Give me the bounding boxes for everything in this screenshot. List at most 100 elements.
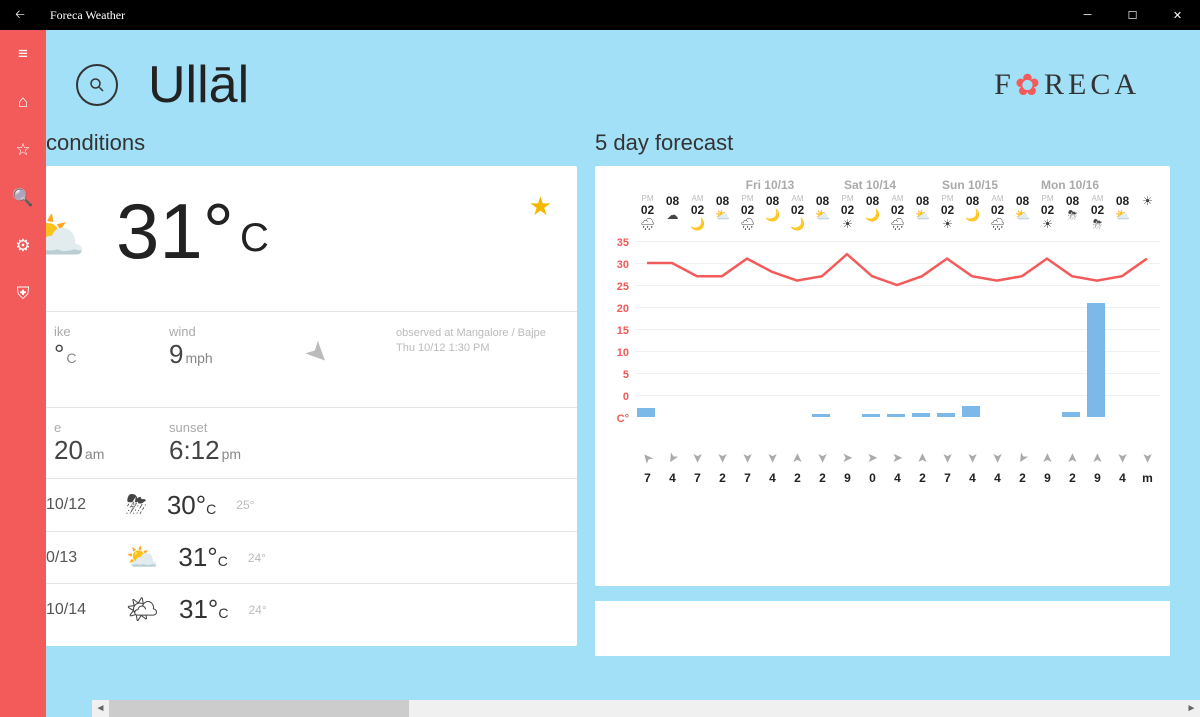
hour-column: AM02🌧 <box>885 194 910 232</box>
extra-card[interactable] <box>595 601 1170 656</box>
mini-date: 10/12 <box>46 496 106 514</box>
wind-arrow-icon: ➤ <box>892 450 903 466</box>
brand-logo: F✿RECA <box>994 68 1140 103</box>
forecast-label: 5 day forecast <box>595 130 1170 156</box>
hour-column: PM02☀ <box>935 194 960 232</box>
wind-arrow-icon: ➤ <box>915 453 931 464</box>
mini-weather-icon: ⛈ <box>126 489 147 521</box>
observation-info: observed at Mangalore / Bajpe Thu 10/12 … <box>396 326 546 357</box>
mini-date: 0/13 <box>46 549 106 567</box>
wind-speed-value: 7 <box>944 471 951 485</box>
wind-speed-value: 4 <box>669 471 676 485</box>
wind-speed-value: 2 <box>1019 471 1026 485</box>
wind-speed-value: 4 <box>1119 471 1126 485</box>
sunrise-unit: am <box>85 446 104 462</box>
feelslike-unit: C <box>66 350 76 366</box>
sunset-label: sunset <box>169 420 276 435</box>
sunrise-label: e <box>54 420 161 435</box>
wind-arrow-icon: ➤ <box>1040 453 1056 464</box>
wind-arrow-icon: ➤ <box>1090 453 1106 464</box>
hour-column: AM02🌙 <box>785 194 810 232</box>
mini-weather-icon: 🌤 <box>126 594 159 625</box>
day-label: Mon 10/16 <box>1020 178 1120 192</box>
temp-value: 31° <box>116 187 234 275</box>
close-button[interactable]: ✕ <box>1155 9 1200 22</box>
forecast-card[interactable]: Fri 10/13Sat 10/14Sun 10/15Mon 10/16 PM0… <box>595 166 1170 586</box>
sunrise-value: 20 <box>54 435 83 465</box>
hour-column: PM02🌧 <box>735 194 760 232</box>
mini-date: 10/14 <box>46 601 106 619</box>
day-label: Sun 10/15 <box>920 178 1020 192</box>
wind-speed-value: 4 <box>894 471 901 485</box>
search-icon[interactable]: 🔍 <box>0 174 46 222</box>
hour-column: 08⛅ <box>910 194 935 232</box>
mini-forecast-row[interactable]: 10/12 ⛈ 30°C 25° <box>46 478 577 531</box>
wind-arrow-icon: ➤ <box>1065 453 1081 464</box>
conditions-label: conditions <box>46 130 577 156</box>
mini-temp: 31°C <box>179 594 228 625</box>
wind-speed-value: 2 <box>919 471 926 485</box>
search-location-button[interactable] <box>76 64 118 106</box>
wind-value: 9 <box>169 339 183 369</box>
mini-secondary: 25° <box>236 498 254 512</box>
wind-arrow-icon: ➤ <box>1013 449 1032 466</box>
settings-icon[interactable]: ⚙ <box>0 222 46 270</box>
horizontal-scrollbar[interactable]: ◄ ► <box>92 700 1200 717</box>
temp-unit: C <box>240 216 269 260</box>
home-icon[interactable]: ⌂ <box>0 78 46 126</box>
current-temp: 31°C <box>86 186 269 277</box>
y-tick: C° <box>617 413 629 443</box>
header: Ullāl F✿RECA <box>46 30 1200 115</box>
favorite-star-icon[interactable]: ★ <box>529 191 552 222</box>
mini-temp: 31°C <box>178 542 227 573</box>
scroll-thumb[interactable] <box>109 700 409 717</box>
wind-arrow-icon: ➤ <box>965 453 981 464</box>
wind-arrows: ➤➤➤➤➤➤➤➤➤➤➤➤➤➤➤➤➤➤➤➤➤ <box>605 449 1160 467</box>
wind-speed-value: 9 <box>844 471 851 485</box>
back-button[interactable]: 🡠 <box>0 5 40 26</box>
hour-column: 08⛅ <box>810 194 835 232</box>
location-name: Ullāl <box>148 55 249 115</box>
wind-speed-value: 2 <box>819 471 826 485</box>
mini-secondary: 24° <box>248 551 266 565</box>
wind-speed-value: 2 <box>1069 471 1076 485</box>
wind-arrow-icon: ➤ <box>990 453 1006 464</box>
titlebar: 🡠 Foreca Weather ─ ☐ ✕ <box>0 0 1200 30</box>
mini-weather-icon: ⛅ <box>126 542 158 573</box>
mini-forecast-row[interactable]: 10/14 🌤 31°C 24° <box>46 583 577 635</box>
wind-direction-icon: ➤ <box>297 333 338 374</box>
wind-arrow-icon: ➤ <box>715 453 731 464</box>
wind-speed-value: 2 <box>719 471 726 485</box>
mini-forecast-row[interactable]: 0/13 ⛅ 31°C 24° <box>46 531 577 583</box>
wind-arrow-icon: ➤ <box>663 449 682 466</box>
wind-speed-value: m <box>1142 471 1153 485</box>
hour-column: AM02🌙 <box>685 194 710 232</box>
wind-speed-value: 7 <box>644 471 651 485</box>
minimize-button[interactable]: ─ <box>1065 9 1110 22</box>
wind-speed-value: 4 <box>994 471 1001 485</box>
scroll-right-button[interactable]: ► <box>1183 703 1200 714</box>
wind-speed-value: 7 <box>694 471 701 485</box>
hour-column: 08🌙 <box>760 194 785 232</box>
mini-temp: 30°C <box>167 490 216 521</box>
wind-arrow-icon: ➤ <box>740 453 756 464</box>
hour-column: ☀ <box>1135 194 1160 232</box>
favorites-icon[interactable]: ☆ <box>0 126 46 174</box>
scroll-left-button[interactable]: ◄ <box>92 703 109 714</box>
wind-speed-value: 2 <box>794 471 801 485</box>
hour-column: PM02☀ <box>1035 194 1060 232</box>
maximize-button[interactable]: ☐ <box>1110 9 1155 22</box>
observed-at: observed at Mangalore / Bajpe <box>396 326 546 341</box>
shield-icon[interactable]: ⛨ <box>0 270 46 318</box>
hour-labels: PM02🌧 08☁ AM02🌙 08⛅ PM02🌧 08🌙 AM02🌙 08⛅ … <box>605 194 1160 232</box>
menu-icon[interactable]: ≡ <box>0 30 46 78</box>
wind-arrow-icon: ➤ <box>815 453 831 464</box>
wind-arrow-icon: ➤ <box>690 453 706 464</box>
wind-label: wind <box>169 324 276 339</box>
wind-speed-value: 0 <box>869 471 876 485</box>
conditions-card: ★ ⛅ 31°C observed at Mangalore / Bajpe T… <box>46 166 577 646</box>
mini-secondary: 24° <box>248 603 266 617</box>
hour-column: PM02☀ <box>835 194 860 232</box>
wind-arrow-icon: ➤ <box>1140 453 1156 464</box>
hour-column: PM02🌧 <box>635 194 660 232</box>
